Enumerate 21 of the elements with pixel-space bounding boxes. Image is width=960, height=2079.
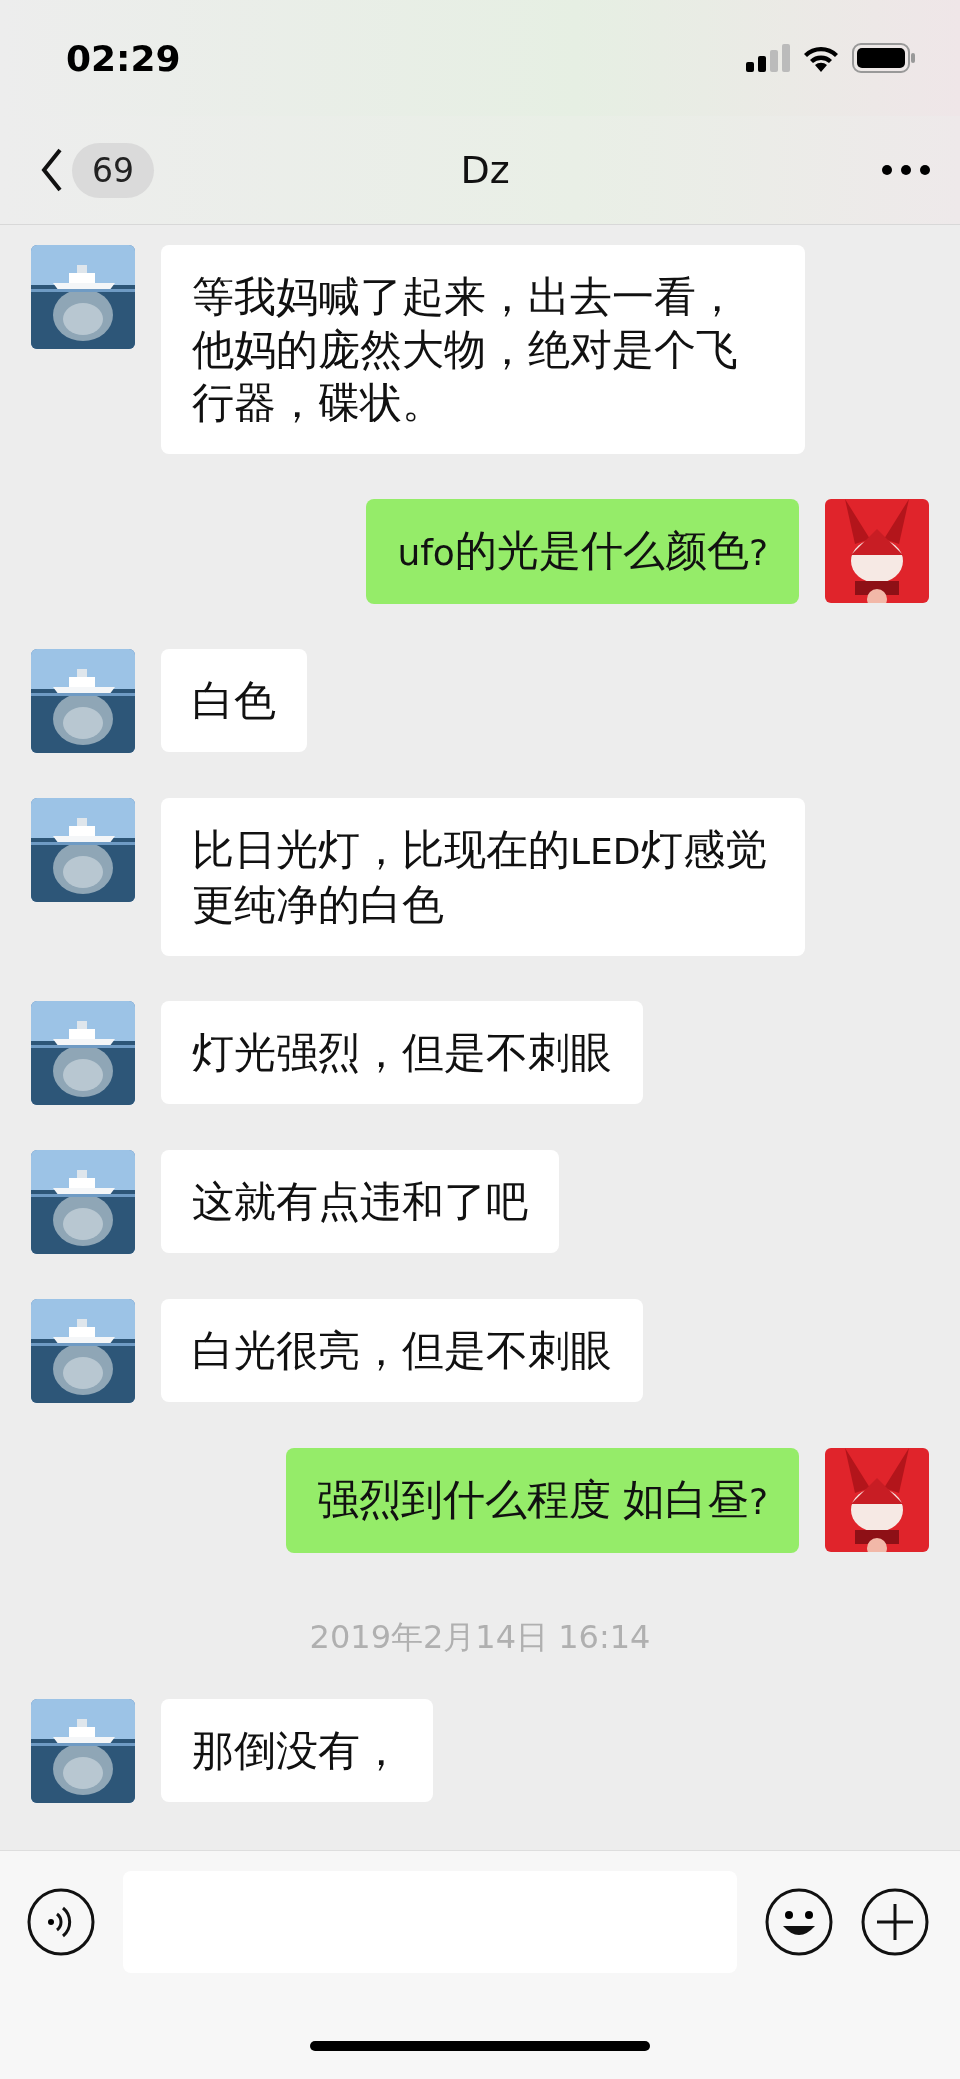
add-icon[interactable] — [861, 1888, 929, 1956]
back-icon[interactable] — [40, 148, 64, 192]
timestamp: 2019年2月14日 16:14 — [309, 1618, 651, 1656]
message-bubble: ufo的光是什么颜色? — [366, 499, 799, 604]
more-icon[interactable] — [882, 165, 930, 175]
chat-title: Dz — [459, 148, 511, 192]
message-bubble: 白色 — [161, 649, 307, 752]
message-bubble: 比日光灯，比现在的LED灯感觉更纯净的白色 — [161, 798, 805, 956]
message-bubble: 灯光强烈，但是不刺眼 — [161, 1001, 643, 1104]
message-bubble: 那倒没有， — [161, 1699, 433, 1802]
emoji-icon[interactable] — [765, 1888, 833, 1956]
message-bubble: 这就有点违和了吧 — [161, 1150, 559, 1253]
wifi-icon — [802, 44, 840, 72]
unread-count-badge[interactable]: 69 — [72, 142, 154, 198]
status-time: 02:29 — [66, 37, 182, 79]
battery-icon — [852, 43, 916, 73]
signal-icon — [746, 44, 790, 72]
message-bubble: 白光很亮，但是不刺眼 — [161, 1299, 643, 1402]
message-bubble: 等我妈喊了起来，出去一看，他妈的庞然大物，绝对是个飞行器，碟状。 — [161, 245, 805, 454]
message-bubble: 强烈到什么程度 如白昼? — [286, 1448, 799, 1553]
voice-icon[interactable] — [27, 1888, 95, 1956]
